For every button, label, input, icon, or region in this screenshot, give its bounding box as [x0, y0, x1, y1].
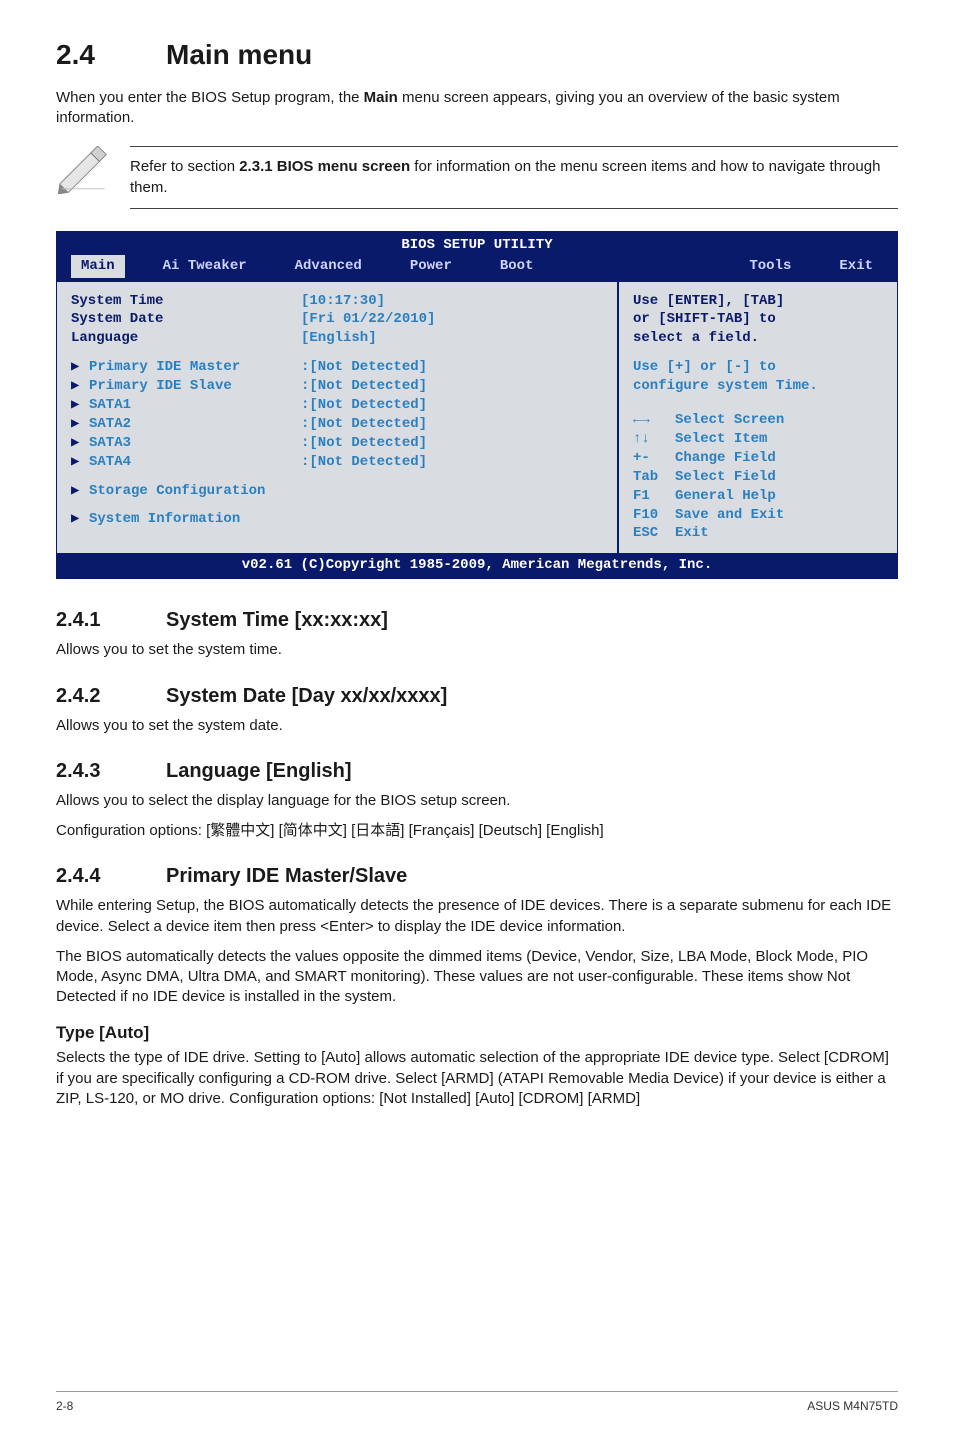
bios-left-pane: System Time[10:17:30] System Date[Fri 01… [57, 282, 617, 554]
bios-submenu-label: System Information [89, 510, 240, 529]
pencil-note-icon [56, 146, 112, 200]
subsection-title: Primary IDE Master/Slave [166, 865, 407, 887]
subsection-heading: 2.4.2System Date [Day xx/xx/xxxx] [56, 683, 898, 710]
bios-tab-tools: Tools [739, 255, 801, 278]
bios-field-value: [English] [301, 329, 377, 348]
bios-submenu-value: :[Not Detected] [301, 358, 427, 377]
bios-submenu-label: Storage Configuration [89, 482, 265, 501]
bios-tab-power: Power [400, 255, 462, 278]
subsection-title: System Time [xx:xx:xx] [166, 609, 388, 631]
body-text: Configuration options: [繁體中文] [简体中文] [日本… [56, 821, 898, 841]
subsection-number: 2.4.4 [56, 863, 166, 890]
subsection-heading: 2.4.3Language [English] [56, 758, 898, 785]
subsection-number: 2.4.2 [56, 683, 166, 710]
bios-title: BIOS SETUP UTILITY [57, 232, 897, 255]
bios-submenu-label: Primary IDE Slave [89, 377, 301, 396]
bios-submenu-value: :[Not Detected] [301, 415, 427, 434]
bios-field-value: [10:17:30] [301, 292, 385, 311]
body-text: Allows you to set the system date. [56, 716, 898, 736]
subsection-title: System Date [Day xx/xx/xxxx] [166, 685, 447, 707]
bios-submenu-value: :[Not Detected] [301, 377, 427, 396]
bios-field-label: System Date [71, 310, 301, 329]
subsection-heading: 2.4.1System Time [xx:xx:xx] [56, 607, 898, 634]
bios-hint-secondary: Use [+] or [-] to configure system Time. [633, 358, 883, 396]
body-text: The BIOS automatically detects the value… [56, 947, 898, 1008]
body-text: Allows you to set the system time. [56, 640, 898, 660]
note-bold: 2.3.1 BIOS menu screen [239, 158, 410, 175]
note-callout: Refer to section 2.3.1 BIOS menu screen … [56, 146, 898, 209]
triangle-right-icon: ▶ [71, 510, 89, 529]
note-text: Refer to section 2.3.1 BIOS menu screen … [130, 146, 898, 209]
body-text: Allows you to select the display languag… [56, 791, 898, 811]
product-name: ASUS M4N75TD [807, 1398, 898, 1414]
bios-submenu-label: SATA1 [89, 396, 301, 415]
note-pre: Refer to section [130, 158, 239, 175]
page-footer: 2-8 ASUS M4N75TD [56, 1391, 898, 1414]
bios-tab-advanced: Advanced [285, 255, 372, 278]
subsection-number: 2.4.3 [56, 758, 166, 785]
bios-submenu-value: :[Not Detected] [301, 396, 427, 415]
section-title: Main menu [166, 39, 312, 70]
triangle-right-icon: ▶ [71, 415, 89, 434]
triangle-right-icon: ▶ [71, 377, 89, 396]
triangle-right-icon: ▶ [71, 358, 89, 377]
subsection-number: 2.4.1 [56, 607, 166, 634]
page-number: 2-8 [56, 1398, 73, 1414]
intro-bold: Main [364, 89, 398, 106]
bios-tab-ai: Ai Tweaker [153, 255, 257, 278]
subsection-heading: 2.4.4Primary IDE Master/Slave [56, 863, 898, 890]
bios-footer: v02.61 (C)Copyright 1985-2009, American … [57, 553, 897, 578]
subsection-title: Language [English] [166, 760, 352, 782]
bios-submenu-label: SATA3 [89, 434, 301, 453]
triangle-right-icon: ▶ [71, 434, 89, 453]
bios-key-legend: ←→ Select Screen ↑↓ Select Item +- Chang… [633, 411, 883, 543]
bios-field-label: Language [71, 329, 301, 348]
body-text: Selects the type of IDE drive. Setting t… [56, 1048, 898, 1109]
bios-field-value: [Fri 01/22/2010] [301, 310, 435, 329]
section-heading: 2.4Main menu [56, 36, 898, 74]
option-heading: Type [Auto] [56, 1022, 898, 1045]
bios-field-label: System Time [71, 292, 301, 311]
body-text: While entering Setup, the BIOS automatic… [56, 896, 898, 937]
bios-tab-exit: Exit [829, 255, 883, 278]
bios-submenu-value: :[Not Detected] [301, 453, 427, 472]
triangle-right-icon: ▶ [71, 396, 89, 415]
section-number: 2.4 [56, 36, 166, 74]
bios-submenu-label: SATA2 [89, 415, 301, 434]
bios-hint-primary: Use [ENTER], [TAB] or [SHIFT-TAB] to sel… [633, 292, 883, 349]
triangle-right-icon: ▶ [71, 453, 89, 472]
bios-tab-main: Main [71, 255, 125, 278]
bios-submenu-label: Primary IDE Master [89, 358, 301, 377]
triangle-right-icon: ▶ [71, 482, 89, 501]
bios-submenu-value: :[Not Detected] [301, 434, 427, 453]
bios-submenu-label: SATA4 [89, 453, 301, 472]
bios-tab-boot: Boot [490, 255, 544, 278]
intro-paragraph: When you enter the BIOS Setup program, t… [56, 88, 898, 129]
bios-screenshot: BIOS SETUP UTILITY Main Ai Tweaker Advan… [56, 231, 898, 579]
bios-tab-bar: Main Ai Tweaker Advanced Power Boot Tool… [57, 255, 897, 282]
intro-pre: When you enter the BIOS Setup program, t… [56, 89, 364, 106]
bios-right-pane: Use [ENTER], [TAB] or [SHIFT-TAB] to sel… [617, 282, 897, 554]
